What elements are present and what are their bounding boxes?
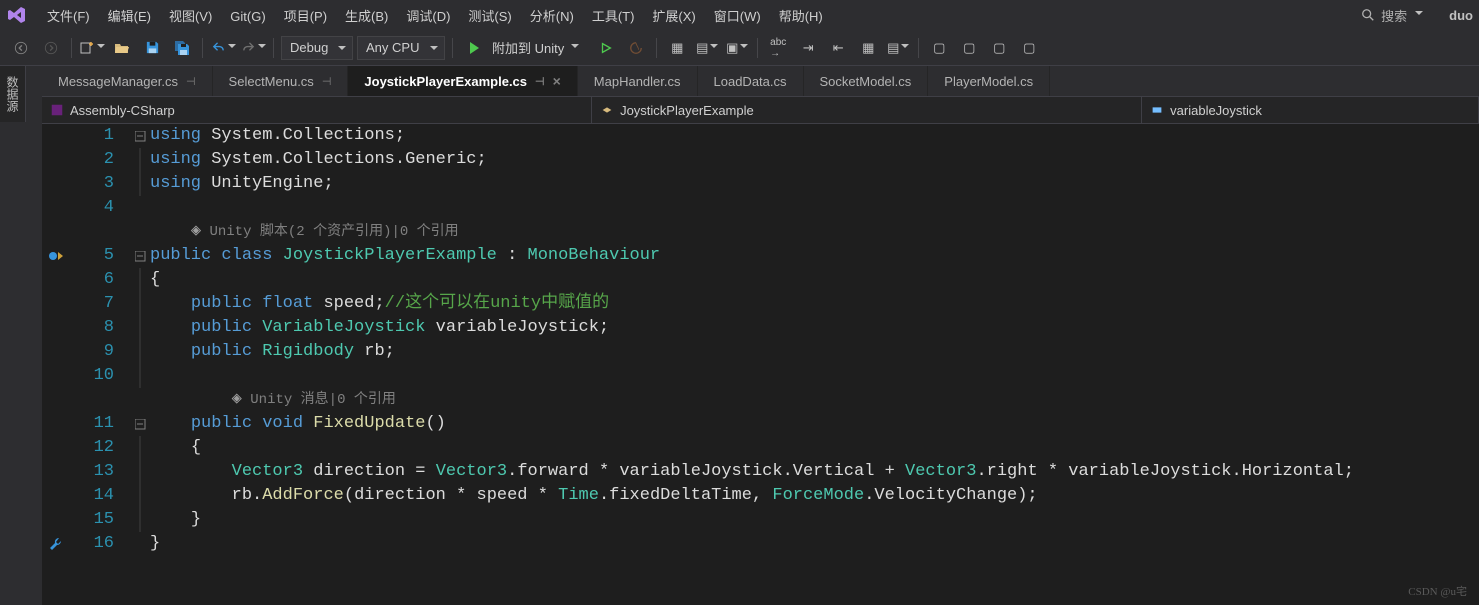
config-dropdown[interactable]: Debug <box>281 36 353 60</box>
nav-fwd-button[interactable] <box>38 35 64 61</box>
tool-6-button[interactable]: ⇤ <box>825 35 851 61</box>
username-label[interactable]: duo <box>1449 8 1473 23</box>
abc-button[interactable]: abc→ <box>765 35 791 61</box>
play-outline-button[interactable] <box>593 35 619 61</box>
menu-item[interactable]: 视图(V) <box>160 5 221 28</box>
doc-tab[interactable]: LoadData.cs <box>698 66 804 96</box>
tab-label: SocketModel.cs <box>820 74 912 89</box>
menu-item[interactable]: 工具(T) <box>583 5 644 28</box>
tab-label: MessageManager.cs <box>58 74 178 89</box>
menu-item[interactable]: 项目(P) <box>275 5 336 28</box>
save-all-button[interactable] <box>169 35 195 61</box>
save-button[interactable] <box>139 35 165 61</box>
sidebar-tab-datasource[interactable]: 数据源 <box>0 66 26 122</box>
tool-3-button[interactable]: ▣ <box>724 35 750 61</box>
nav-project-dropdown[interactable]: Assembly-CSharp <box>42 97 592 123</box>
menu-item[interactable]: 帮助(H) <box>770 5 832 28</box>
doc-tab[interactable]: PlayerModel.cs <box>928 66 1050 96</box>
tool-5-button[interactable]: ⇥ <box>795 35 821 61</box>
menu-item[interactable]: 扩展(X) <box>643 5 704 28</box>
tool-7-button[interactable]: ▦ <box>855 35 881 61</box>
tab-label: JoystickPlayerExample.cs <box>364 74 527 89</box>
menu-item[interactable]: Git(G) <box>221 5 274 28</box>
tool-11-button[interactable]: ▢ <box>1016 35 1042 61</box>
run-button[interactable]: 附加到 Unity <box>460 35 589 61</box>
search-icon <box>1361 8 1375 22</box>
code-editor[interactable]: 12345678910111213141516 using System.Col… <box>42 124 1479 605</box>
nav-class-dropdown[interactable]: JoystickPlayerExample <box>592 97 1142 123</box>
comment-button[interactable]: ▤ <box>885 35 911 61</box>
redo-button[interactable] <box>240 35 266 61</box>
left-sidebar: 数据源 <box>0 66 42 605</box>
menu-item[interactable]: 编辑(E) <box>99 5 160 28</box>
open-button[interactable] <box>109 35 135 61</box>
tool-10-button[interactable]: ▢ <box>986 35 1012 61</box>
tool-2-button[interactable]: ▤ <box>694 35 720 61</box>
menu-item[interactable]: 分析(N) <box>521 5 583 28</box>
doc-tab[interactable]: MessageManager.cs ⊣ <box>42 66 213 96</box>
search-box[interactable]: 搜索 <box>1353 4 1431 27</box>
platform-dropdown[interactable]: Any CPU <box>357 36 445 60</box>
hot-reload-button <box>623 35 649 61</box>
doc-tab[interactable]: SelectMenu.cs ⊣ <box>213 66 349 96</box>
watermark: CSDN @u宅 <box>1408 583 1467 599</box>
play-icon <box>470 42 485 54</box>
menu-item[interactable]: 生成(B) <box>336 5 397 28</box>
search-placeholder: 搜索 <box>1381 6 1407 25</box>
menu-item[interactable]: 窗口(W) <box>705 5 770 28</box>
pin-icon[interactable]: ⊣ <box>322 75 332 88</box>
doc-tab[interactable]: JoystickPlayerExample.cs ⊣ × <box>348 66 577 96</box>
menu-item[interactable]: 调试(D) <box>397 5 459 28</box>
pin-icon[interactable]: ⊣ <box>535 75 545 88</box>
tab-label: MapHandler.cs <box>594 74 681 89</box>
vs-logo-icon <box>6 4 28 26</box>
chevron-down-icon <box>1415 11 1423 19</box>
nav-back-button[interactable] <box>8 35 34 61</box>
document-tabs: MessageManager.cs⊣SelectMenu.cs⊣Joystick… <box>0 66 1479 96</box>
tab-label: PlayerModel.cs <box>944 74 1033 89</box>
new-button[interactable] <box>79 35 105 61</box>
field-icon <box>1150 103 1164 117</box>
menu-item[interactable]: 测试(S) <box>459 5 520 28</box>
undo-button[interactable] <box>210 35 236 61</box>
menubar: 文件(F)编辑(E)视图(V)Git(G)项目(P)生成(B)调试(D)测试(S… <box>0 0 1479 30</box>
doc-tab[interactable]: MapHandler.cs <box>578 66 698 96</box>
menu-item[interactable]: 文件(F) <box>38 5 99 28</box>
toolbar: Debug Any CPU 附加到 Unity ▦ ▤ ▣ abc→ ⇥ ⇤ ▦… <box>0 30 1479 66</box>
nav-member-dropdown[interactable]: variableJoystick <box>1142 97 1479 123</box>
tool-1-button[interactable]: ▦ <box>664 35 690 61</box>
bookmark-button[interactable]: ▢ <box>926 35 952 61</box>
tab-label: SelectMenu.cs <box>229 74 314 89</box>
class-icon <box>600 103 614 117</box>
tool-9-button[interactable]: ▢ <box>956 35 982 61</box>
code-navbar: Assembly-CSharp JoystickPlayerExample va… <box>42 96 1479 124</box>
tab-label: LoadData.cs <box>714 74 787 89</box>
csharp-project-icon <box>50 103 64 117</box>
pin-icon[interactable]: ⊣ <box>186 75 196 88</box>
close-icon[interactable]: × <box>553 73 561 89</box>
doc-tab[interactable]: SocketModel.cs <box>804 66 929 96</box>
